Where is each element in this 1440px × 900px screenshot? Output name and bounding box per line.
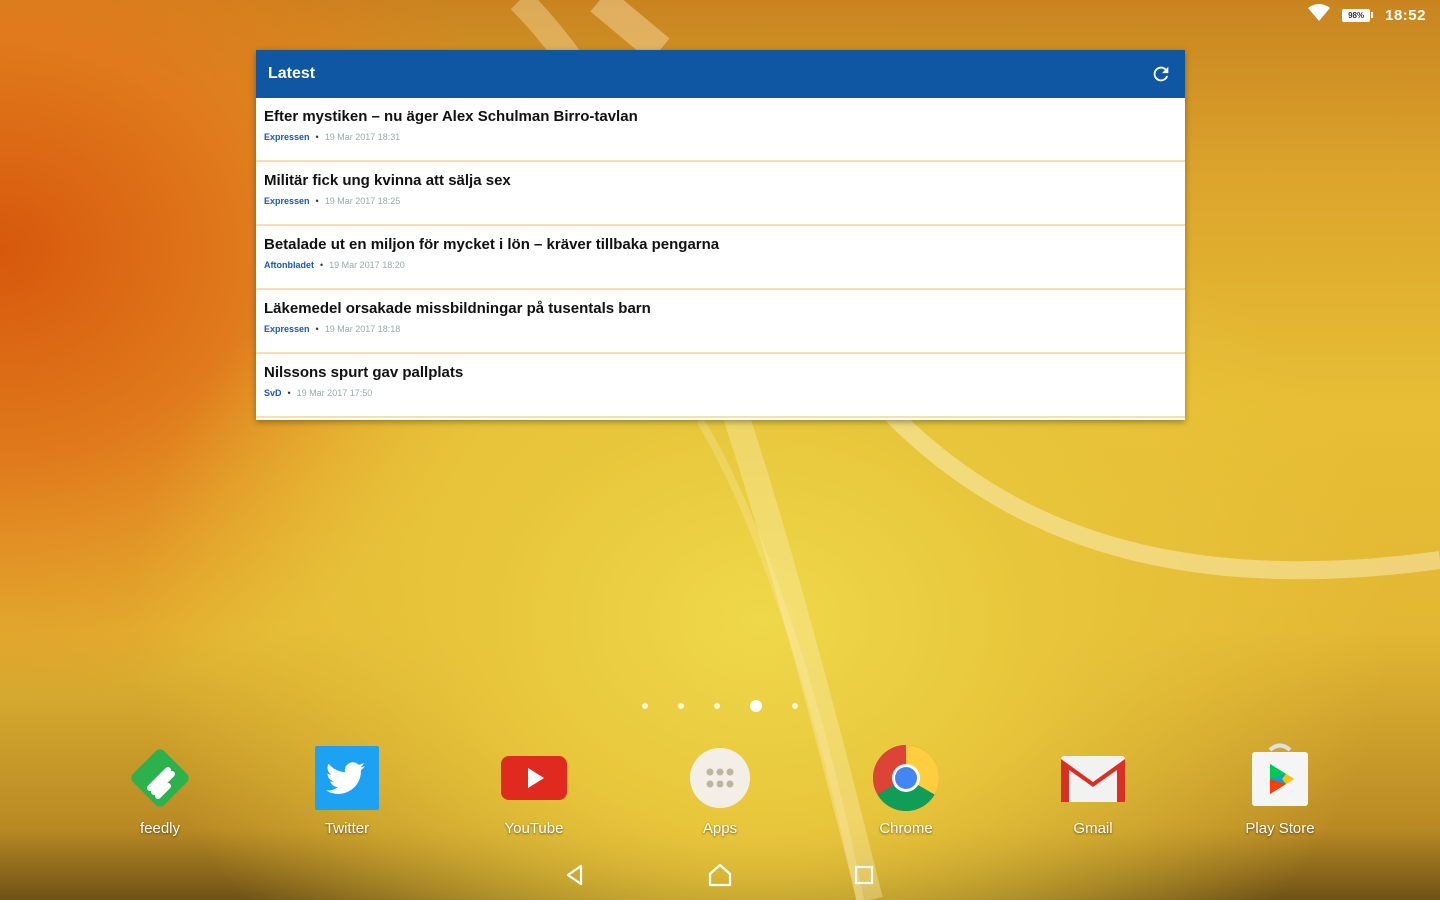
play-store-icon (1244, 742, 1316, 814)
news-date: 19 Mar 2017 18:25 (324, 196, 401, 206)
news-title: Efter mystiken – nu äger Alex Schulman B… (264, 108, 638, 125)
page-dot[interactable] (750, 700, 762, 712)
news-meta: Expressen • 19 Mar 2017 18:31 (264, 132, 1177, 142)
news-item[interactable]: Militär fick ung kvinna att sälja sex Exp… (256, 162, 1185, 226)
news-date: 19 Mar 2017 18:31 (324, 132, 401, 142)
news-item[interactable]: Nilssons spurt gav pallplats SvD • 19 Mar 2… (256, 354, 1185, 418)
news-meta: Expressen • 19 Mar 2017 18:25 (264, 196, 1177, 206)
news-date: 19 Mar 2017 18:20 (329, 260, 405, 270)
clock: 18:52 (1385, 6, 1426, 24)
dock: feedly Twitter YouTube Apps Chrome Gmail… (0, 742, 1440, 842)
app-drawer[interactable]: Apps (660, 742, 780, 837)
app-feedly[interactable]: feedly (100, 742, 220, 837)
news-list: Efter mystiken – nu äger Alex Schulman B… (256, 98, 1185, 418)
app-label: Twitter (324, 820, 370, 837)
back-button[interactable] (559, 858, 593, 892)
wifi-icon (1308, 3, 1331, 27)
news-widget: Latest Efter mystiken – nu äger Alex Sch… (256, 50, 1185, 420)
home-icon (708, 863, 732, 887)
app-youtube[interactable]: YouTube (474, 742, 594, 837)
separator: • (320, 260, 324, 270)
page-dot[interactable] (792, 703, 798, 709)
separator: • (315, 324, 319, 334)
news-item[interactable]: Läkemedel orsakade missbildningar på tus… (256, 290, 1185, 354)
twitter-icon (311, 742, 383, 814)
news-date: 19 Mar 2017 18:18 (324, 324, 401, 334)
gmail-icon (1057, 742, 1129, 814)
news-title: Nilssons spurt gav pallplats (264, 364, 464, 381)
separator: • (287, 388, 291, 398)
news-source: Expressen (264, 196, 310, 206)
news-meta: SvD • 19 Mar 2017 17:50 (264, 388, 1177, 398)
separator: • (315, 132, 319, 142)
app-label: feedly (139, 820, 181, 837)
app-gmail[interactable]: Gmail (1033, 742, 1153, 837)
feedly-icon (124, 742, 196, 814)
news-title: Läkemedel orsakade missbildningar på tus… (264, 300, 651, 317)
page-dot[interactable] (678, 703, 684, 709)
recents-icon (854, 865, 874, 885)
news-source: Expressen (264, 132, 310, 142)
back-icon (566, 864, 583, 886)
news-title: Militär fick ung kvinna att sälja sex (264, 172, 511, 189)
app-label: Play Store (1245, 820, 1315, 837)
news-item[interactable]: Efter mystiken – nu äger Alex Schulman B… (256, 98, 1185, 162)
battery-level: 98% (1342, 8, 1371, 22)
page-dot[interactable] (714, 703, 720, 709)
app-label: Gmail (1073, 820, 1113, 837)
battery-icon: 98% (1342, 8, 1374, 22)
separator: • (315, 196, 319, 206)
apps-drawer-icon (684, 742, 756, 814)
app-play-store[interactable]: Play Store (1220, 742, 1340, 837)
news-date: 19 Mar 2017 17:50 (296, 388, 373, 398)
home-button[interactable] (703, 858, 737, 892)
page-indicator (0, 700, 1440, 712)
news-source: Aftonbladet (264, 260, 314, 270)
app-label: Chrome (879, 820, 933, 837)
widget-header: Latest (256, 50, 1185, 98)
recents-button[interactable] (847, 858, 881, 892)
app-label: YouTube (504, 820, 564, 837)
widget-title: Latest (268, 65, 316, 82)
app-label: Apps (702, 820, 738, 837)
news-item[interactable]: Betalade ut en miljon för mycket i lön –… (256, 226, 1185, 290)
status-bar: 98% 18:52 (1308, 0, 1440, 30)
news-meta: Expressen • 19 Mar 2017 18:18 (264, 324, 1177, 334)
app-twitter[interactable]: Twitter (287, 742, 407, 837)
news-meta: Aftonbladet • 19 Mar 2017 18:20 (264, 260, 1177, 270)
news-source: SvD (264, 388, 282, 398)
refresh-icon[interactable] (1149, 62, 1173, 86)
page-dot[interactable] (642, 703, 648, 709)
news-title: Betalade ut en miljon för mycket i lön –… (264, 236, 720, 253)
chrome-icon (870, 742, 942, 814)
news-source: Expressen (264, 324, 310, 334)
app-chrome[interactable]: Chrome (846, 742, 966, 837)
youtube-icon (498, 742, 570, 814)
navigation-bar (0, 850, 1440, 900)
